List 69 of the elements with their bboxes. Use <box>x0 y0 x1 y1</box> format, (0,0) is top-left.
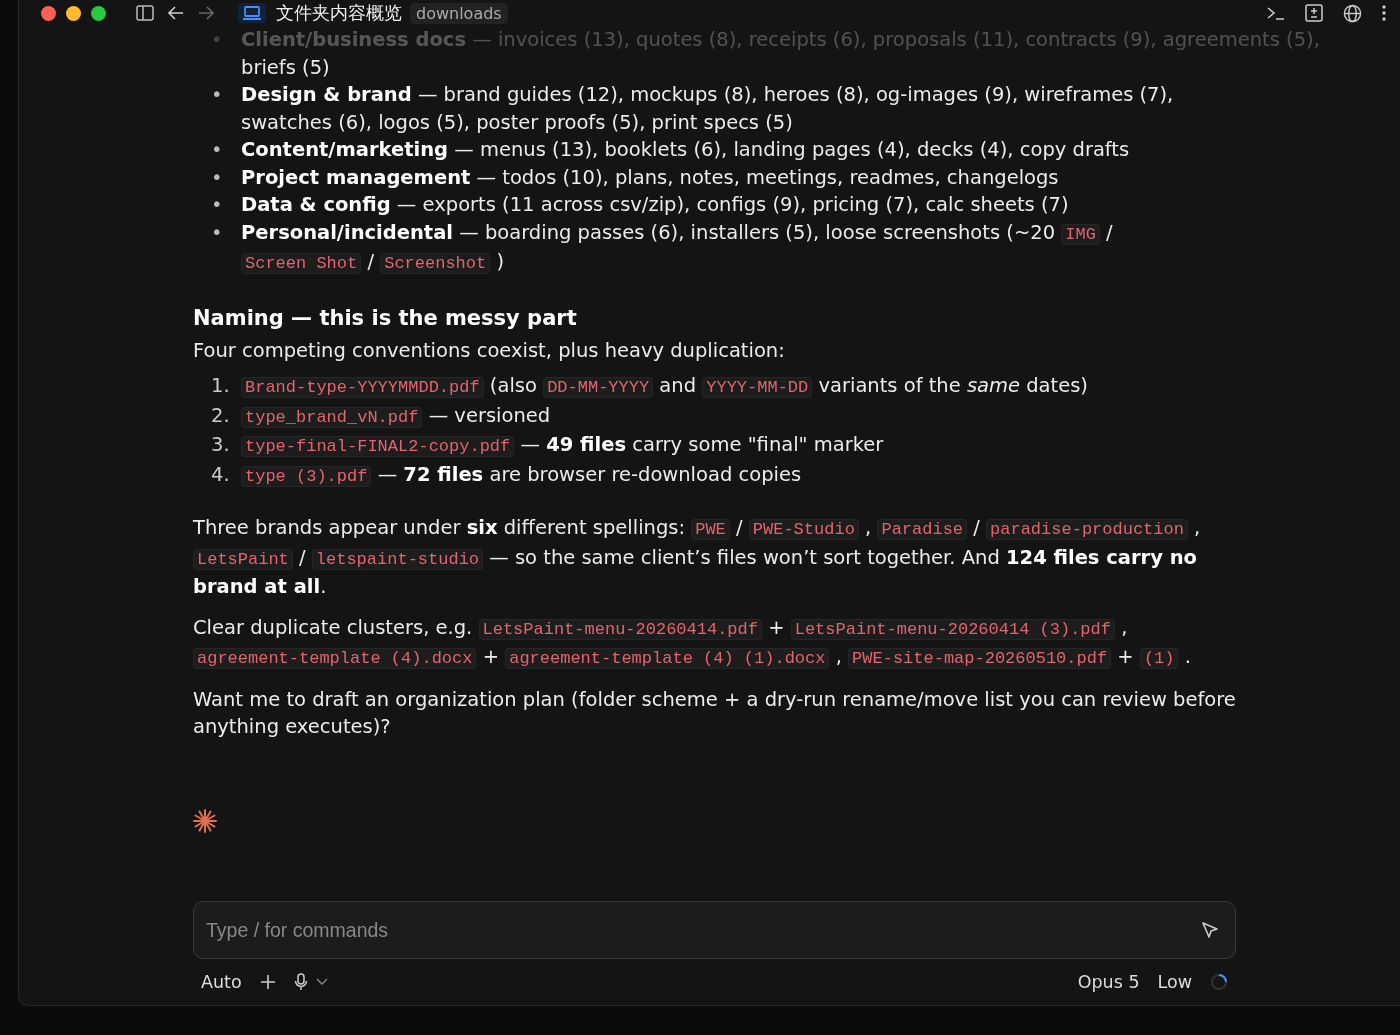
inline-code: agreement-template (4).docx <box>193 648 477 669</box>
loading-spinner-icon <box>1210 973 1228 991</box>
paragraph-text: Clear duplicate clusters, e.g. LetsPaint-menu-20260414.pdf + LetsPaint-menu-20260414 (3).pdf , agreement-template (4).docx + agreement-template (4) (1).docx , PWE-site-map-20260510.pdf + (1) . <box>193 614 1192 671</box>
category-text: Content/marketing — menus (13), booklets (6), landing pages (4), decks (4), copy drafts <box>241 137 1130 163</box>
category-text: Design & brand — brand guides (12), mockups (8), heroes (8), og-images (9), wireframes (7), swatches (6), logos (5), poster proofs (5), print specs (5) <box>241 82 1175 136</box>
category-text: Data & config — exports (11 across csv/zip), configs (9), pricing (7), calc sheets (7) <box>241 192 1069 218</box>
inline-code: paradise-production <box>986 519 1188 540</box>
laptop-icon <box>242 5 262 21</box>
sidebar-toggle-icon[interactable] <box>136 5 154 21</box>
category-text: Project management — todos (10), plans, notes, meetings, readmes, changelogs <box>241 164 1059 191</box>
section-heading: Naming — this is the messy part <box>193 304 578 332</box>
terminal-icon[interactable] <box>1267 6 1285 20</box>
bullet: • <box>211 164 224 191</box>
inline-code: type (3).pdf <box>241 465 372 487</box>
close-button[interactable] <box>41 5 56 21</box>
inline-code: Screenshot <box>380 253 491 274</box>
model-selector[interactable]: Opus 5 <box>1077 972 1140 992</box>
category-text: Personal/incidental — boarding passes (6), installers (5), loose screenshots (~20 IMG / Screen Shot / Screenshot ) <box>241 219 1114 276</box>
list-number: 1. <box>211 373 229 399</box>
inline-code: (1) <box>1139 648 1179 669</box>
inline-code: type-final-FINAL2-copy.pdf <box>241 436 515 457</box>
list-number: 2. <box>211 402 229 429</box>
window-title: 文件夹内容概览 <box>276 1 402 25</box>
minimize-button[interactable] <box>66 5 81 21</box>
globe-icon[interactable] <box>1343 3 1362 23</box>
spinner-star-icon <box>193 808 217 833</box>
inline-code: Paradise <box>877 519 968 540</box>
mode-selector[interactable]: Auto <box>201 972 242 992</box>
inline-code: letspaint-studio <box>311 548 484 570</box>
category-text: briefs (5) <box>241 54 331 81</box>
list-number: 3. <box>211 432 229 458</box>
inline-code: Brand-type-YYYYMMDD.pdf <box>241 377 484 398</box>
bullet: • <box>211 27 224 53</box>
send-icon[interactable] <box>1200 920 1220 940</box>
inline-code: PWE-Studio <box>748 519 859 540</box>
bullet: • <box>211 137 224 163</box>
inline-code: PWE-site-map-20260510.pdf <box>848 648 1112 669</box>
inline-code: YYYY-MM-DD <box>702 377 813 398</box>
paragraph-text: Brand-type-YYYYMMDD.pdf (also DD-MM-YYYY and YYYY-MM-DD variants of the same dates) <box>241 372 1088 402</box>
inline-code: agreement-template (4) (1).docx <box>505 648 830 669</box>
paragraph-text: type_brand_vN.pdf — versioned <box>241 401 551 431</box>
inline-code: Screen Shot <box>241 253 362 274</box>
paragraph-text: Three brands appear under six different spellings: PWE / PWE-Studio , Paradise / paradise-production , LetsPaint / letspaint-studio — so the same client’s files won’t sort together. And 124 files carry no brand at all. <box>193 515 1202 600</box>
inline-code: LetsPaint-menu-20260414 (3).pdf <box>790 618 1115 640</box>
paragraph-text: type-final-FINAL2-copy.pdf — 49 files carry some "final" marker <box>241 431 884 461</box>
inline-code: IMG <box>1061 223 1100 245</box>
plus-icon[interactable] <box>259 974 276 990</box>
microphone-icon[interactable] <box>293 973 308 991</box>
forward-arrow-icon[interactable] <box>198 6 214 20</box>
inline-code: LetsPaint <box>193 548 293 570</box>
paragraph-text: Want me to draft an organization plan (folder scheme + a dry-run rename/move list you can review before anything executes)? <box>193 686 1236 740</box>
folder-tag: downloads <box>410 2 508 24</box>
paragraph-text: type (3).pdf — 72 files are browser re-download copies <box>241 460 802 490</box>
bullet: • <box>211 82 224 108</box>
inline-code: type_brand_vN.pdf <box>241 406 423 428</box>
inline-code: PWE <box>691 519 730 540</box>
bullet: • <box>211 192 224 218</box>
inline-code: DD-MM-YYYY <box>543 377 654 398</box>
intro-text: Four competing conventions coexist, plus heavy duplication: <box>193 337 786 364</box>
list-number: 4. <box>211 461 229 488</box>
zoom-button[interactable] <box>91 5 106 21</box>
chevron-down-icon[interactable] <box>315 978 328 986</box>
diff-icon[interactable] <box>1305 4 1323 22</box>
back-arrow-icon[interactable] <box>168 6 184 20</box>
more-icon[interactable] <box>1382 5 1386 21</box>
effort-selector[interactable]: Low <box>1157 972 1192 992</box>
inline-code: LetsPaint-menu-20260414.pdf <box>478 618 762 640</box>
bullet: • <box>211 219 224 246</box>
message-input[interactable]: Type / for commands <box>193 901 1236 959</box>
